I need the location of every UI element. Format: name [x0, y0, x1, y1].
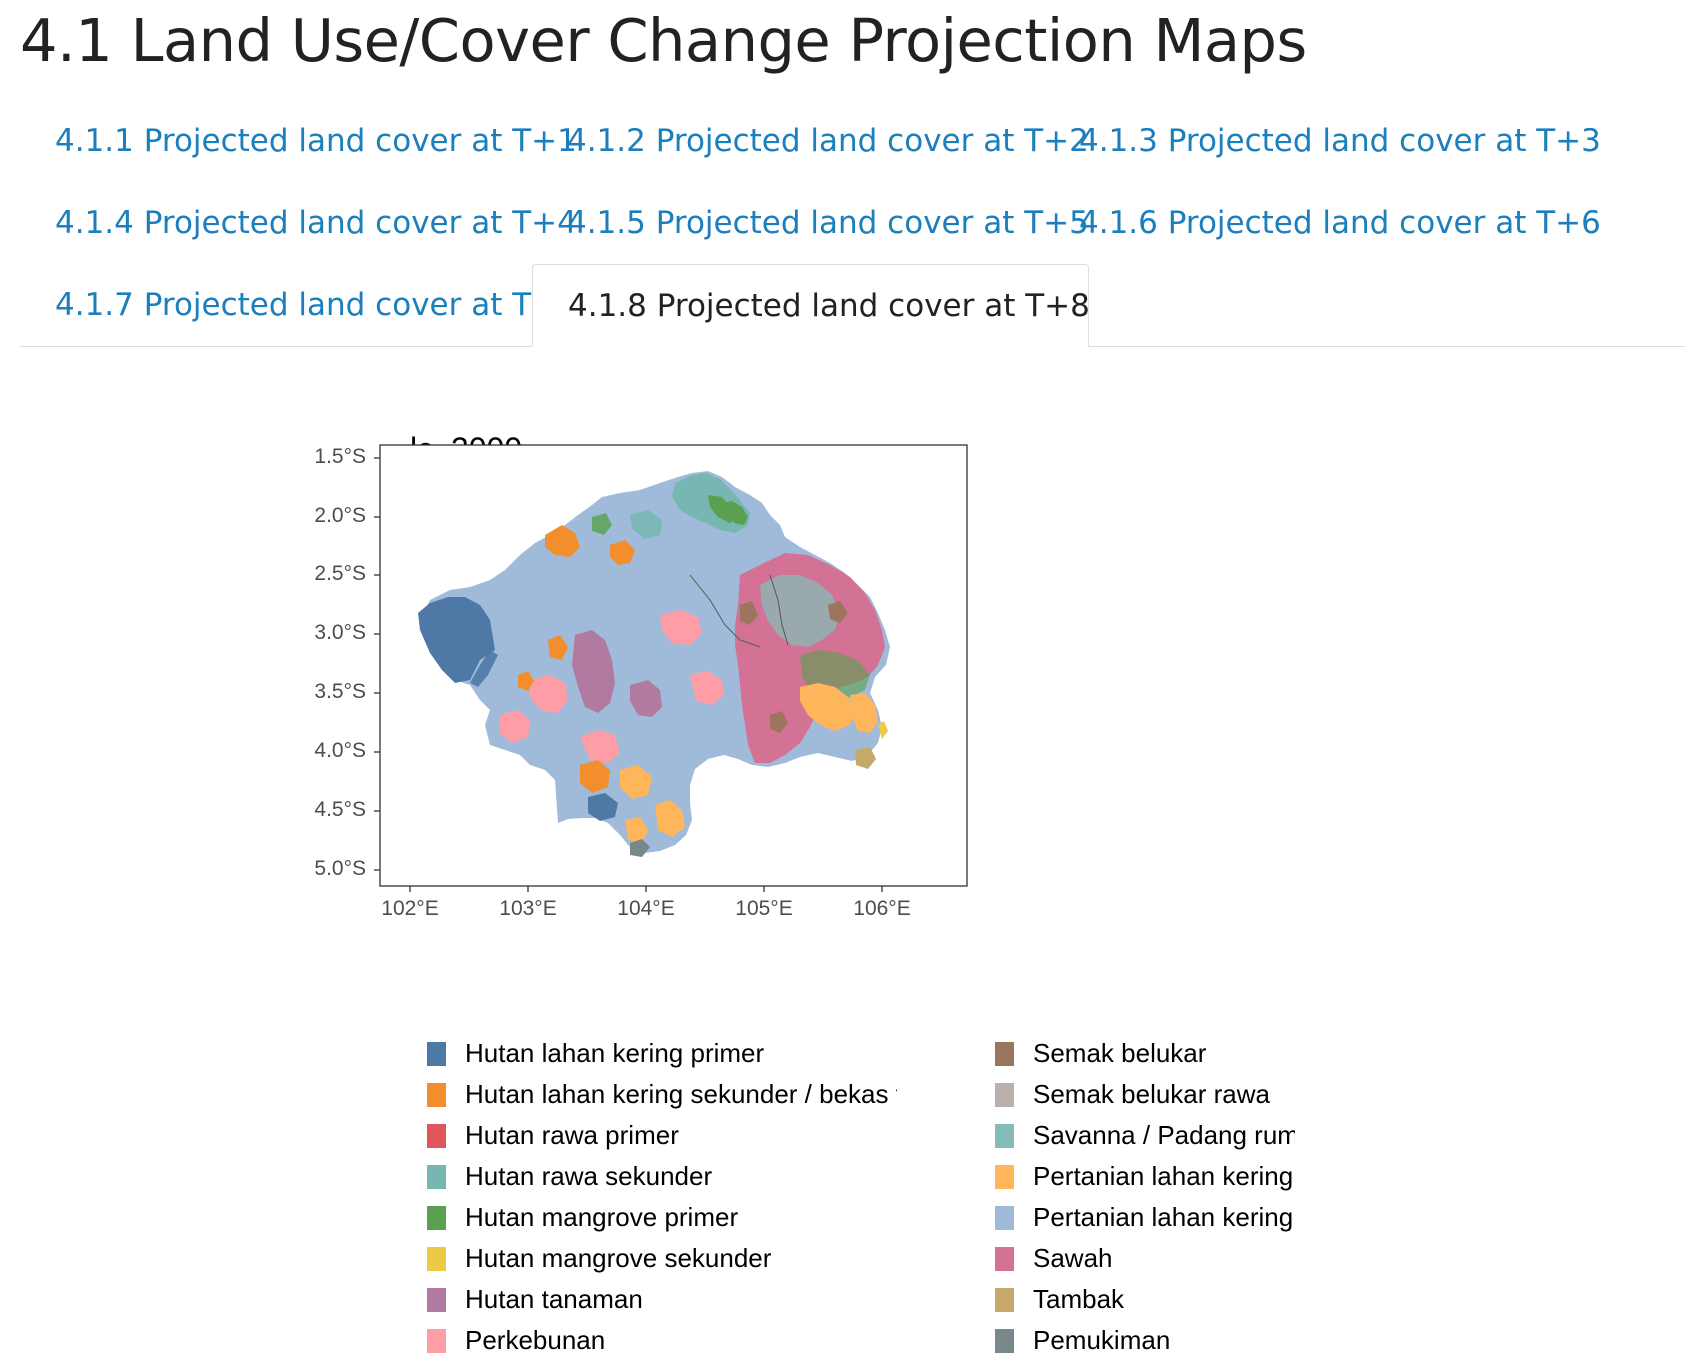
- y-tick-label: 2.5°S: [314, 562, 366, 585]
- legend-label: Hutan tanaman: [465, 1284, 643, 1314]
- legend-label: Pertanian lahan kering campur: [1033, 1202, 1295, 1232]
- x-tick-label: 105°E: [735, 897, 793, 920]
- tab-t6[interactable]: 4.1.6 Projected land cover at T+6: [1044, 182, 1601, 264]
- legend-swatch: [427, 1287, 446, 1312]
- legend-item: Hutan mangrove primer: [427, 1197, 897, 1238]
- y-tick-label: 3.0°S: [314, 621, 366, 644]
- legend-label: Pertanian lahan kering: [1033, 1161, 1294, 1191]
- legend-item: Pertanian lahan kering campur: [995, 1197, 1295, 1238]
- legend-item: Sawah: [995, 1238, 1295, 1279]
- y-tick-label: 1.5°S: [314, 445, 366, 468]
- legend-swatch: [995, 1205, 1014, 1230]
- tab-t5[interactable]: 4.1.5 Projected land cover at T+5: [532, 182, 1089, 264]
- tab-t2[interactable]: 4.1.2 Projected land cover at T+2: [532, 100, 1089, 182]
- x-axis-ticks: [409, 886, 883, 892]
- y-tick-label: 5.0°S: [314, 857, 366, 880]
- legend-swatch: [427, 1082, 446, 1107]
- legend-item: Semak belukar: [995, 1033, 1295, 1074]
- legend-swatch: [995, 1328, 1014, 1353]
- legend-swatch: [427, 1246, 446, 1271]
- legend-swatch: [427, 1205, 446, 1230]
- x-tick-label: 103°E: [499, 897, 557, 920]
- page-title: 4.1 Land Use/Cover Change Projection Map…: [20, 6, 1307, 75]
- tab-t1[interactable]: 4.1.1 Projected land cover at T+1: [20, 100, 577, 182]
- legend-column-right: Semak belukar Semak belukar rawa Savanna…: [995, 1033, 1295, 1361]
- legend-item: Hutan rawa primer: [427, 1115, 897, 1156]
- legend-label: Semak belukar: [1033, 1038, 1207, 1068]
- legend-label: Hutan mangrove primer: [465, 1202, 739, 1232]
- legend-label: Hutan lahan kering sekunder / bekas teba…: [465, 1079, 897, 1109]
- x-tick-label: 102°E: [381, 897, 439, 920]
- legend-item: Hutan lahan kering sekunder / bekas teba…: [427, 1074, 897, 1115]
- legend-label: Savanna / Padang rumput: [1033, 1120, 1295, 1150]
- legend-column-left: Hutan lahan kering primer Hutan lahan ke…: [427, 1033, 897, 1361]
- x-tick-label: 106°E: [853, 897, 911, 920]
- legend-label: Hutan lahan kering primer: [465, 1038, 765, 1068]
- tab-list: 4.1.1 Projected land cover at T+1 4.1.2 …: [20, 100, 1685, 347]
- tab-t8-active[interactable]: 4.1.8 Projected land cover at T+8: [532, 264, 1090, 347]
- legend-item: Hutan lahan kering primer: [427, 1033, 897, 1074]
- tab-t7[interactable]: 4.1.7 Projected land cover at T+7: [20, 264, 577, 346]
- legend-label: Tambak: [1033, 1284, 1125, 1314]
- legend-item: Hutan rawa sekunder: [427, 1156, 897, 1197]
- legend-swatch: [427, 1164, 446, 1189]
- y-tick-label: 3.5°S: [314, 680, 366, 703]
- map-legend: Hutan lahan kering primer Hutan lahan ke…: [427, 1033, 1367, 1363]
- legend-item: Hutan mangrove sekunder: [427, 1238, 897, 1279]
- legend-label: Semak belukar rawa: [1033, 1079, 1270, 1109]
- legend-label: Perkebunan: [465, 1325, 606, 1355]
- legend-label: Hutan rawa primer: [465, 1120, 679, 1150]
- legend-item: Pemukiman: [995, 1320, 1295, 1361]
- legend-swatch: [995, 1287, 1014, 1312]
- y-tick-label: 4.0°S: [314, 739, 366, 762]
- legend-label: Hutan mangrove sekunder: [465, 1243, 772, 1273]
- y-axis-ticks: [374, 457, 380, 871]
- legend-swatch: [995, 1246, 1014, 1271]
- map-figure: lc_2000: [314, 425, 1380, 1365]
- y-tick-label: 2.0°S: [314, 504, 366, 527]
- legend-item: Semak belukar rawa: [995, 1074, 1295, 1115]
- x-tick-label: 104°E: [617, 897, 675, 920]
- legend-swatch: [427, 1041, 446, 1066]
- map-canvas: [374, 444, 968, 892]
- legend-label: Pemukiman: [1033, 1325, 1171, 1355]
- legend-item: Hutan tanaman: [427, 1279, 897, 1320]
- tab-t3[interactable]: 4.1.3 Projected land cover at T+3: [1044, 100, 1601, 182]
- legend-label: Hutan rawa sekunder: [465, 1161, 713, 1191]
- legend-swatch: [427, 1123, 446, 1148]
- legend-item: Perkebunan: [427, 1320, 897, 1361]
- y-tick-label: 4.5°S: [314, 798, 366, 821]
- legend-swatch: [427, 1328, 446, 1353]
- legend-item: Savanna / Padang rumput: [995, 1115, 1295, 1156]
- legend-swatch: [995, 1123, 1014, 1148]
- legend-item: Pertanian lahan kering: [995, 1156, 1295, 1197]
- tab-t4[interactable]: 4.1.4 Projected land cover at T+4: [20, 182, 577, 264]
- legend-label: Sawah: [1033, 1243, 1113, 1273]
- legend-swatch: [995, 1041, 1014, 1066]
- legend-swatch: [995, 1082, 1014, 1107]
- legend-swatch: [995, 1164, 1014, 1189]
- legend-item: Tambak: [995, 1279, 1295, 1320]
